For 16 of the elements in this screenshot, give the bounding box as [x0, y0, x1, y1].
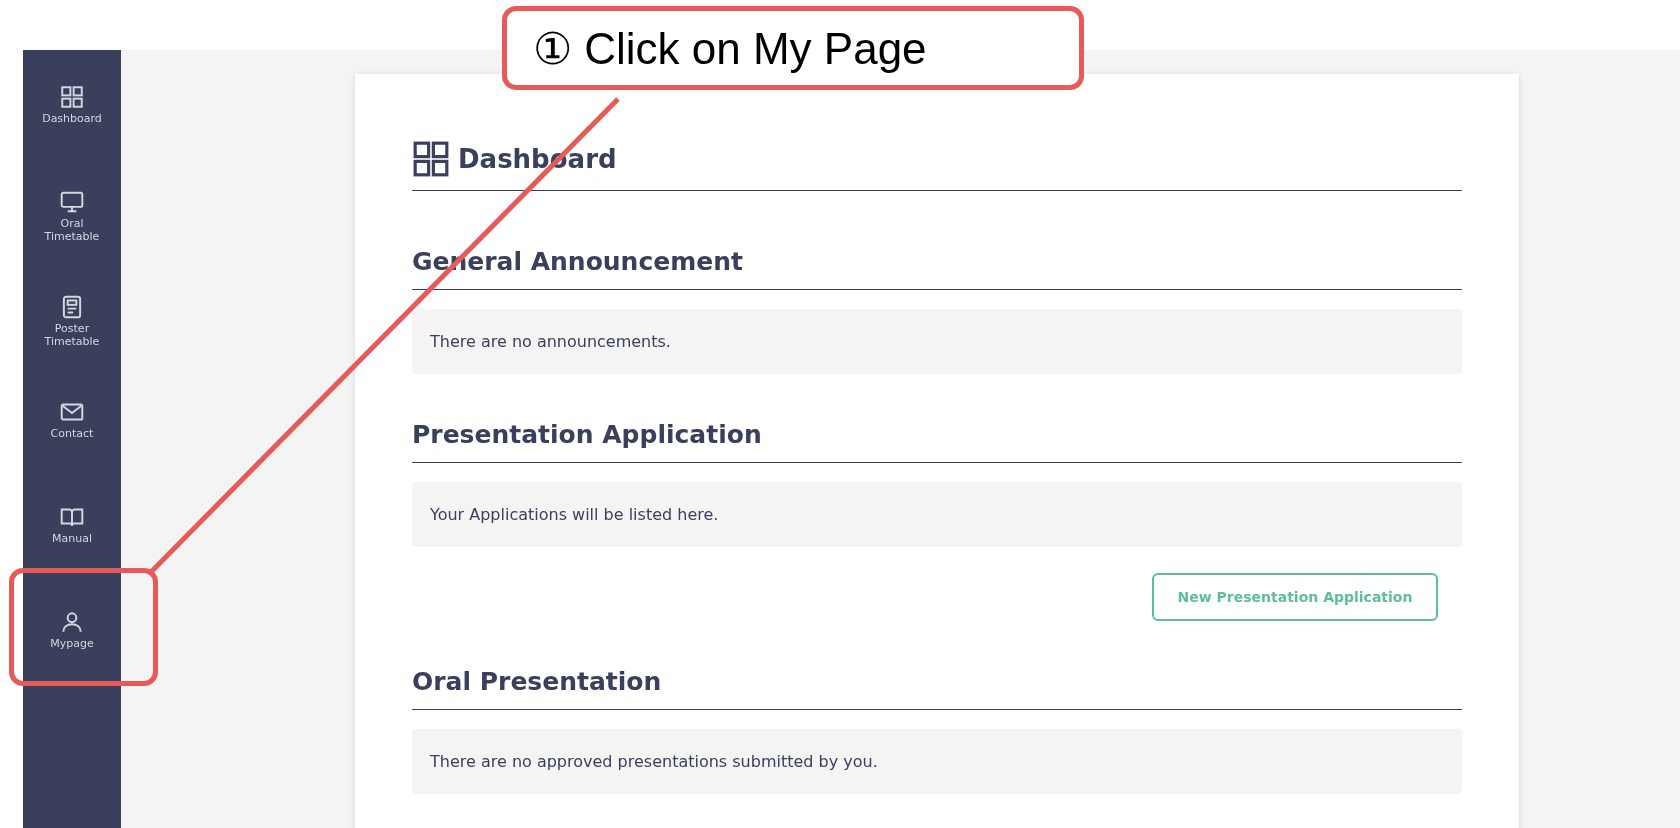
user-icon [59, 609, 85, 635]
sidebar-item[interactable]: Mypage [27, 609, 117, 714]
sidebar-item[interactable]: Oral Timetable [27, 189, 117, 294]
monitor-icon [59, 189, 85, 215]
grid-icon [412, 140, 450, 178]
section-heading: Presentation Application [412, 418, 1462, 463]
section-heading: Oral Presentation [412, 665, 1462, 710]
message-panel: There are no approved presentations submitted by you. [412, 729, 1462, 794]
callout: ① Click on My Page [502, 6, 1084, 90]
sidebar-item[interactable]: Contact [27, 399, 117, 504]
sidebar-item[interactable]: Manual [27, 504, 117, 609]
message-panel: There are no announcements. [412, 309, 1462, 374]
sidebar-item[interactable]: Dashboard [27, 84, 117, 189]
sidebar-item[interactable]: Poster Timetable [27, 294, 117, 399]
message-panel: Your Applications will be listed here. [412, 482, 1462, 547]
grid-icon [59, 84, 85, 110]
